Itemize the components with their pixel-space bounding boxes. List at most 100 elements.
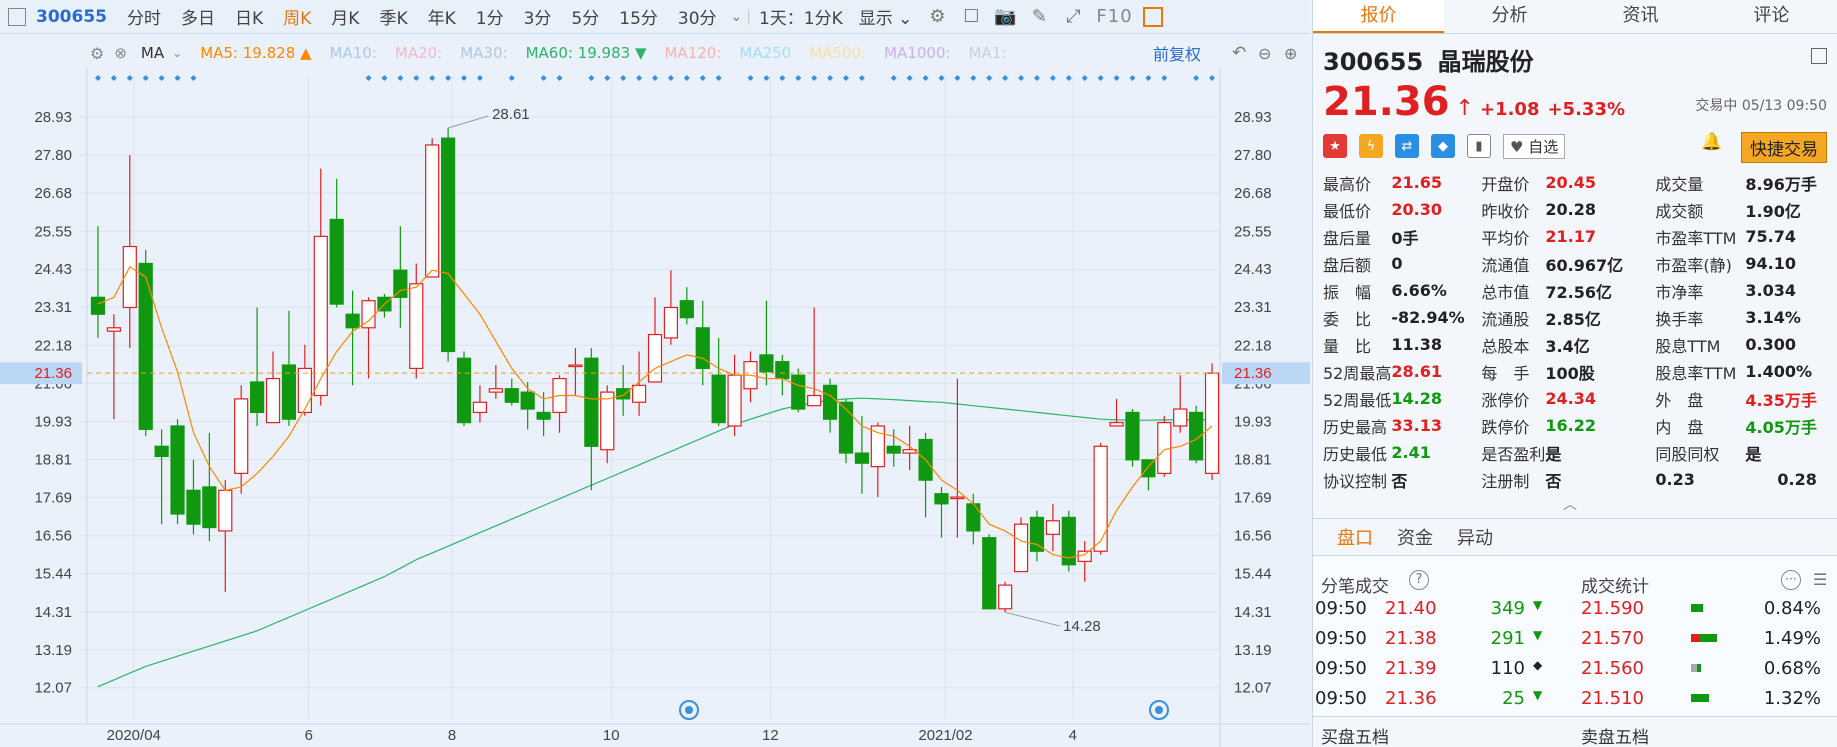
collapse-chevron-icon[interactable]: ︿ [1563, 494, 1577, 514]
candle-body[interactable] [982, 537, 997, 610]
candle-body[interactable] [297, 367, 312, 414]
list-view-icon[interactable]: ☰ [1813, 570, 1827, 589]
candle-body[interactable] [998, 584, 1013, 610]
candle-body[interactable] [250, 381, 265, 414]
collapse-panel-icon[interactable] [1811, 48, 1827, 64]
period-tab-1[interactable]: 多日 [171, 4, 225, 29]
layout-toggle-icon[interactable] [8, 7, 26, 26]
candle-body[interactable] [456, 357, 472, 424]
candle-body[interactable] [1125, 411, 1140, 461]
candle-body[interactable] [265, 377, 281, 424]
candle-body[interactable] [234, 398, 249, 474]
period-tab-6[interactable]: 年K [418, 4, 466, 29]
more-icon[interactable]: ··· [1781, 570, 1801, 590]
more-periods-chevron-icon[interactable]: ⌄ [731, 9, 743, 25]
candle-body[interactable] [854, 452, 870, 464]
quote-tab-0[interactable]: 报价 [1313, 0, 1444, 33]
candle-body[interactable] [695, 327, 710, 370]
bookmark-icon[interactable]: ▮ [1467, 134, 1491, 158]
pencil-draw-icon[interactable]: ✎ [1028, 6, 1050, 28]
camera-icon[interactable]: 📷 [994, 6, 1016, 28]
kline-chart[interactable]: 28.93 28.93 27.80 27.80 26.68 26.68 25.55 25.55… [0, 34, 1310, 747]
candle-body[interactable] [1013, 523, 1029, 573]
period-tab-3[interactable]: 周K [273, 4, 321, 29]
candle-body[interactable] [775, 361, 790, 380]
ma-item-2[interactable]: MA20: [395, 44, 442, 62]
bell-icon[interactable]: 🔔 [1701, 132, 1727, 156]
fullscreen-icon[interactable]: ⤢ [1062, 6, 1084, 28]
candle-body[interactable] [1093, 445, 1108, 552]
tag-icon[interactable]: ◆ [1431, 134, 1455, 158]
candle-body[interactable] [822, 384, 838, 420]
ma-item-3[interactable]: MA30: [460, 44, 507, 62]
candle-body[interactable] [1204, 372, 1220, 474]
period-tab-0[interactable]: 分时 [117, 4, 171, 29]
candle-body[interactable] [679, 300, 694, 319]
settings-gear-icon[interactable]: ⚙ [926, 6, 948, 28]
undo-icon[interactable]: ↶ [1232, 43, 1246, 63]
candle-body[interactable] [616, 388, 631, 400]
ma-settings-gear-icon[interactable]: ⚙ [90, 44, 104, 63]
candle-body[interactable] [1029, 516, 1045, 552]
ma-item-1[interactable]: MA10: [330, 44, 377, 62]
candle-body[interactable] [807, 394, 822, 407]
panel-tab-2[interactable]: 异动 [1457, 524, 1493, 550]
period-tab-10[interactable]: 15分 [609, 4, 668, 29]
candle-body[interactable] [966, 503, 981, 532]
quote-tab-1[interactable]: 分析 [1444, 0, 1575, 33]
candle-body[interactable] [711, 374, 726, 424]
candle-body[interactable] [472, 401, 488, 414]
candle-body[interactable] [488, 388, 503, 393]
candle-body[interactable] [568, 364, 583, 368]
candle-body[interactable] [584, 357, 599, 447]
candle-body[interactable] [886, 445, 901, 454]
candle-body[interactable] [536, 411, 551, 420]
candle-body[interactable] [393, 269, 408, 298]
candle-body[interactable] [663, 306, 679, 339]
candle-body[interactable] [440, 137, 456, 353]
ma-dropdown-chevron-icon[interactable]: ⌄ [172, 46, 182, 60]
candle-body[interactable] [838, 401, 854, 454]
candle-body[interactable] [600, 391, 615, 451]
candle-body[interactable] [1045, 520, 1060, 535]
period-tab-7[interactable]: 1分 [466, 4, 514, 29]
candle-body[interactable] [1173, 408, 1188, 427]
display-dropdown[interactable]: 显示 ⌄ [851, 4, 921, 29]
help-icon[interactable]: ? [1409, 570, 1429, 590]
candle-body[interactable] [950, 496, 965, 500]
quick-trade-button[interactable]: 快捷交易 [1741, 132, 1827, 163]
candle-body[interactable] [138, 262, 153, 430]
period-tab-9[interactable]: 5分 [561, 4, 609, 29]
panel-tab-1[interactable]: 资金 [1397, 524, 1433, 550]
period-tab-5[interactable]: 季K [369, 4, 417, 29]
candle-body[interactable] [186, 489, 201, 525]
candle-body[interactable] [631, 384, 647, 403]
candle-body[interactable] [154, 445, 169, 458]
quote-tab-2[interactable]: 资讯 [1575, 0, 1706, 33]
ma-item-8[interactable]: MA1000: [884, 44, 950, 62]
candle-body[interactable] [759, 354, 774, 373]
candle-body[interactable] [791, 374, 806, 410]
f10-button[interactable]: F10 [1096, 6, 1132, 27]
candle-body[interactable] [202, 486, 217, 529]
candle-body[interactable] [90, 296, 106, 315]
candle-body[interactable] [218, 489, 233, 532]
stock-code-tab[interactable]: 300655 [36, 7, 107, 27]
interval-dropdown[interactable]: 1天：1分K [751, 4, 851, 29]
candle-body[interactable] [425, 144, 440, 278]
candle-body[interactable] [409, 283, 424, 370]
candle-body[interactable] [122, 245, 137, 309]
ma-item-5[interactable]: MA120: [664, 44, 721, 62]
panel-tab-0[interactable]: 盘口 [1337, 524, 1373, 550]
candle-body[interactable] [647, 333, 663, 383]
ma-item-4[interactable]: MA60: 19.983 ▼ [526, 44, 647, 62]
ma-item-0[interactable]: MA5: 19.828 ▲ [200, 44, 311, 62]
candle-body[interactable] [170, 425, 185, 515]
lightning-icon[interactable]: ϟ [1359, 134, 1383, 158]
zoom-out-icon[interactable]: ⊖ [1258, 44, 1271, 63]
candle-body[interactable] [329, 218, 344, 305]
candle-body[interactable] [934, 493, 949, 505]
adjust-mode-button[interactable]: 前复权 [1153, 41, 1201, 65]
quote-tab-3[interactable]: 评论 [1706, 0, 1837, 33]
shuffle-icon[interactable]: ⇄ [1395, 134, 1419, 158]
